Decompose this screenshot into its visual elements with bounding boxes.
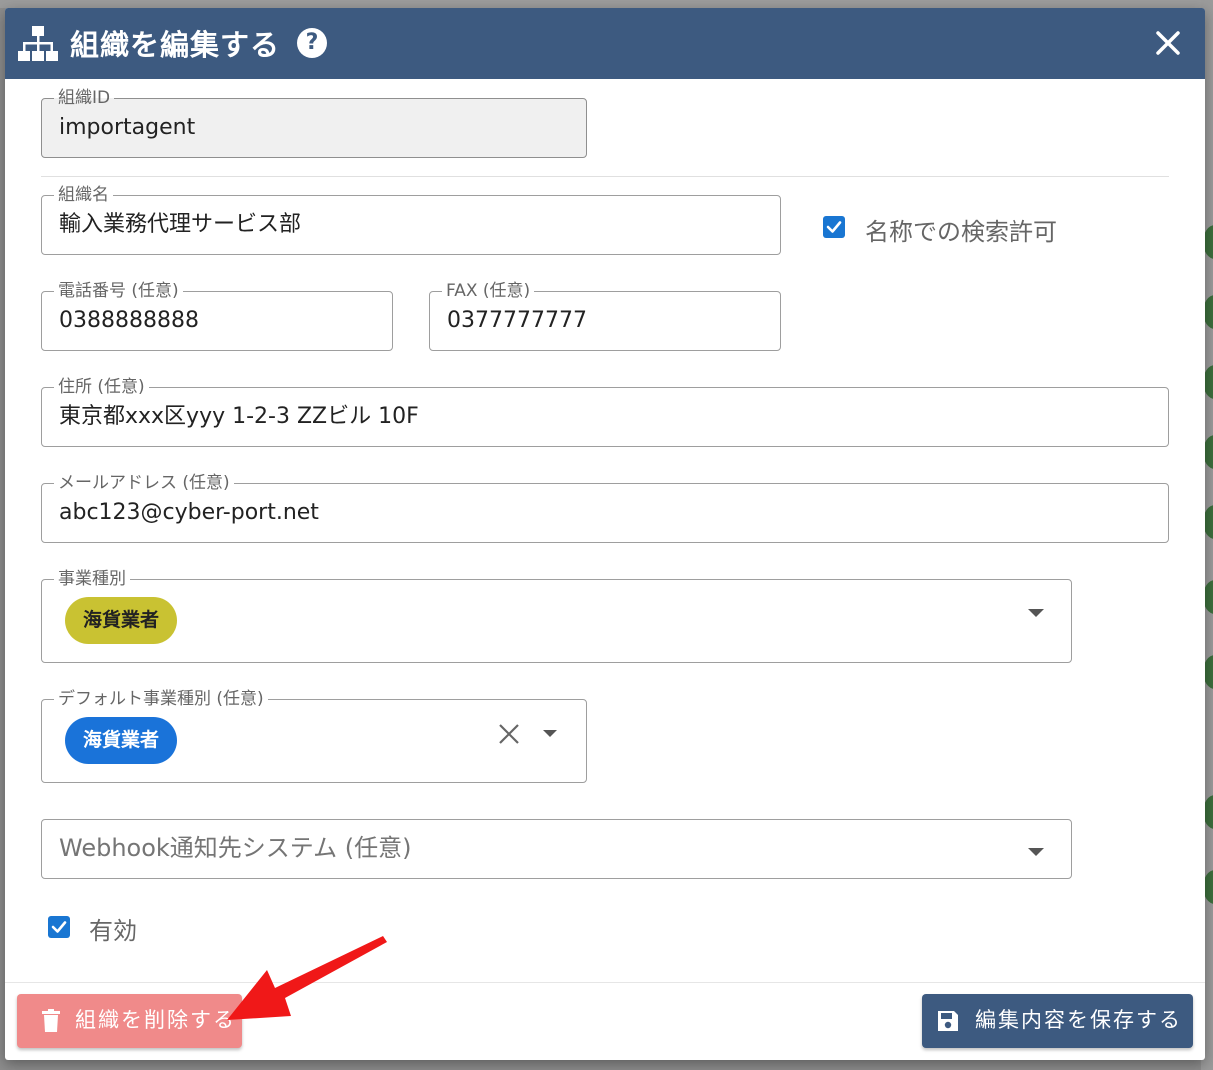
org-id-field: 組織ID importagent	[41, 88, 587, 158]
email-input[interactable]: abc123@cyber-port.net	[59, 498, 319, 528]
dialog-title: 組織を編集する	[70, 28, 281, 62]
edit-organization-dialog: 組織を編集する ? 組織ID importagent 組織名 輸入業務代理サービ…	[5, 8, 1205, 1060]
dialog-header: 組織を編集する ?	[5, 8, 1205, 79]
business-type-label: 事業種別	[54, 569, 130, 589]
email-field[interactable]: メールアドレス (任意) abc123@cyber-port.net	[41, 473, 1169, 543]
address-field[interactable]: 住所 (任意) 東京都xxx区yyy 1-2-3 ZZビル 10F	[41, 377, 1169, 447]
save-changes-button[interactable]: 編集内容を保存する	[922, 994, 1193, 1048]
background-app-header	[0, 0, 1213, 8]
enabled-checkbox[interactable]	[48, 916, 70, 938]
org-name-input[interactable]: 輸入業務代理サービス部	[59, 210, 301, 240]
business-type-chip[interactable]: 海貨業者	[65, 597, 178, 644]
save-button-label: 編集内容を保存する	[975, 1008, 1182, 1032]
phone-field[interactable]: 電話番号 (任意) 0388888888	[41, 281, 393, 351]
address-input[interactable]: 東京都xxx区yyy 1-2-3 ZZビル 10F	[59, 402, 419, 432]
business-type-select[interactable]: 事業種別 海貨業者	[41, 569, 1072, 663]
phone-input[interactable]: 0388888888	[59, 306, 199, 336]
footer-divider	[5, 982, 1205, 983]
default-business-type-select[interactable]: デフォルト事業種別 (任意) 海貨業者	[41, 689, 587, 783]
chevron-down-icon[interactable]	[1028, 848, 1044, 856]
clear-icon[interactable]	[497, 722, 521, 746]
trash-icon	[42, 1009, 60, 1032]
chevron-down-icon[interactable]	[543, 730, 557, 737]
webhook-placeholder: Webhook通知先システム (任意)	[59, 834, 412, 862]
org-name-label: 組織名	[54, 185, 113, 205]
phone-label: 電話番号 (任意)	[54, 281, 183, 301]
close-icon[interactable]	[1153, 28, 1183, 58]
email-label: メールアドレス (任意)	[54, 473, 234, 493]
org-name-field[interactable]: 組織名 輸入業務代理サービス部	[41, 185, 781, 255]
question-circle-icon[interactable]: ?	[297, 28, 327, 58]
fax-input[interactable]: 0377777777	[447, 306, 587, 336]
default-business-type-chip[interactable]: 海貨業者	[65, 717, 178, 764]
address-label: 住所 (任意)	[54, 377, 149, 397]
checkmark-icon	[51, 921, 67, 933]
save-icon	[938, 1011, 958, 1031]
webhook-select[interactable]: Webhook通知先システム (任意)	[41, 819, 1072, 879]
enabled-label: 有効	[89, 917, 137, 945]
sitemap-icon	[18, 26, 58, 61]
search-permit-label: 名称での検索許可	[865, 218, 1057, 246]
org-id-value: importagent	[59, 115, 196, 140]
search-permit-checkbox[interactable]	[823, 216, 845, 238]
delete-button-label: 組織を削除する	[75, 1008, 236, 1032]
checkmark-icon	[826, 221, 842, 233]
chevron-down-icon[interactable]	[1028, 609, 1044, 617]
org-id-label: 組織ID	[54, 88, 115, 108]
default-business-type-label: デフォルト事業種別 (任意)	[54, 689, 268, 709]
dialog-body: 組織ID importagent 組織名 輸入業務代理サービス部 名称での検索許…	[5, 79, 1205, 982]
fax-field[interactable]: FAX (任意) 0377777777	[429, 281, 781, 351]
delete-organization-button[interactable]: 組織を削除する	[17, 994, 242, 1048]
annotation-arrow-icon	[227, 936, 387, 1020]
section-divider	[41, 176, 1169, 177]
fax-label: FAX (任意)	[442, 281, 535, 301]
